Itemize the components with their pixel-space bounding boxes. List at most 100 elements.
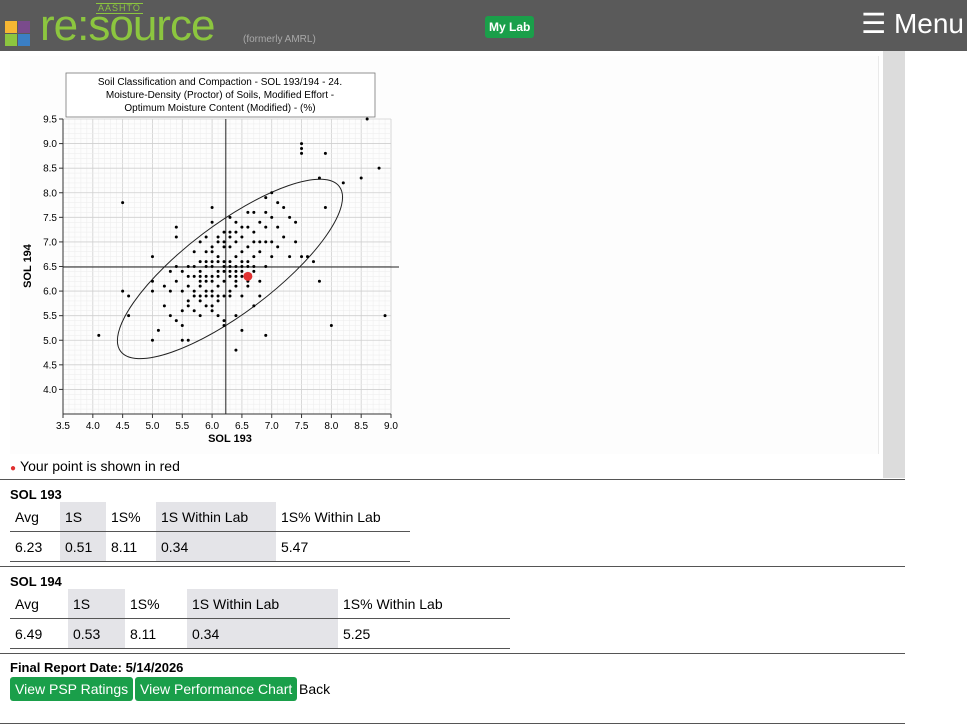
y-axis-label: SOL 194 [22,243,34,288]
logo-aashto-label: AASHTO [96,3,143,14]
divider [0,653,905,654]
table-cell: 5.25 [338,618,510,649]
x-tick-label: 3.5 [56,421,70,432]
chart-title-line-2: Moisture-Density (Proctor) of Soils, Mod… [106,90,334,101]
col-header: 1S Within Lab [187,589,338,619]
data-point [234,274,238,278]
my-lab-button[interactable]: My Lab [485,16,535,38]
data-point [300,142,304,146]
data-point [365,117,369,121]
data-point [246,225,250,229]
data-point [377,166,381,170]
divider [0,479,905,480]
data-point [228,265,232,268]
data-point [222,324,226,327]
logo-formerly-label: (formerly AMRL) [243,34,316,45]
data-point [192,294,196,298]
data-point [210,309,214,313]
data-point [222,319,226,323]
data-point [240,274,244,278]
data-point [276,201,280,205]
data-point [240,250,244,254]
table-cell: 0.34 [187,618,338,649]
x-axis-label: SOL 193 [208,433,252,445]
col-header: 1S% Within Lab [338,589,510,619]
data-point [168,289,172,293]
data-point [270,240,274,244]
x-tick-label: 5.5 [175,421,189,432]
data-point [198,284,202,288]
data-point [150,289,154,293]
sol194-title: SOL 194 [10,574,62,589]
data-point [222,260,226,264]
chart-title-line-1: Soil Classification and Compaction - SOL… [98,77,342,88]
data-point [240,260,244,264]
data-point [246,260,250,264]
col-header: Avg [10,589,68,619]
x-tick-label: 4.0 [86,421,100,432]
sol194-table: Avg 1S 1S% 1S Within Lab 1S% Within Lab … [10,589,510,649]
data-point [198,274,202,278]
data-point [228,274,232,278]
table-row: 6.49 0.53 8.11 0.34 5.25 [10,618,510,649]
data-point [198,240,202,244]
col-header: 1S% Within Lab [276,502,410,532]
col-header: 1S% [125,589,187,619]
data-point [300,147,304,150]
data-point [240,294,244,298]
col-header: 1S Within Lab [156,502,276,532]
view-psp-ratings-button[interactable]: View PSP Ratings [10,677,134,701]
x-tick-label: 7.5 [295,421,309,432]
data-point [234,269,238,273]
data-point [306,255,310,259]
data-point [121,289,125,293]
data-point [246,210,250,214]
scatter-chart: 3.5 4.0 4.5 5.0 5.5 6.0 6.5 7.0 7.5 8.0 8.5 9.0 4.0… [22,72,399,445]
data-point [210,274,214,278]
data-point [186,265,190,268]
legend-note-text: Your point is shown in red [20,458,180,474]
data-point [127,314,131,318]
y-tick-label: 7.5 [43,213,57,224]
col-header: 1S [60,502,106,532]
data-point [210,206,214,209]
data-point [127,294,131,298]
data-point [228,235,232,239]
data-point [300,151,304,155]
back-link[interactable]: Back [299,681,330,697]
data-point [204,289,208,293]
data-point [150,255,154,259]
data-point [192,250,196,254]
data-point [258,220,262,224]
sol193-title: SOL 193 [10,487,62,502]
x-tick-label: 7.0 [265,421,279,432]
data-point [234,284,238,288]
x-tick-label: 6.0 [205,421,219,432]
data-point [216,255,220,259]
table-cell: 8.11 [125,618,187,649]
x-tick-label: 8.5 [354,421,368,432]
menu-button[interactable]: ☰ Menu [861,8,964,40]
data-point [216,260,220,264]
data-point [264,196,268,200]
view-performance-chart-button[interactable]: View Performance Chart [135,677,298,701]
data-point [383,314,387,318]
data-point [294,240,298,244]
data-point [216,284,220,288]
data-point [228,289,232,293]
data-point [228,230,232,234]
data-point [228,215,232,219]
y-tick-label: 5.0 [43,336,57,347]
data-point [258,279,262,283]
data-point [192,274,196,278]
data-point [174,279,178,283]
data-point [168,269,172,273]
data-point [288,215,292,219]
data-point [270,255,274,259]
table-cell: 0.34 [156,531,276,562]
data-point [252,230,256,234]
data-point [264,265,268,268]
logo-squares-icon [5,21,31,47]
data-point [204,274,208,278]
x-tick-label: 9.0 [384,421,398,432]
